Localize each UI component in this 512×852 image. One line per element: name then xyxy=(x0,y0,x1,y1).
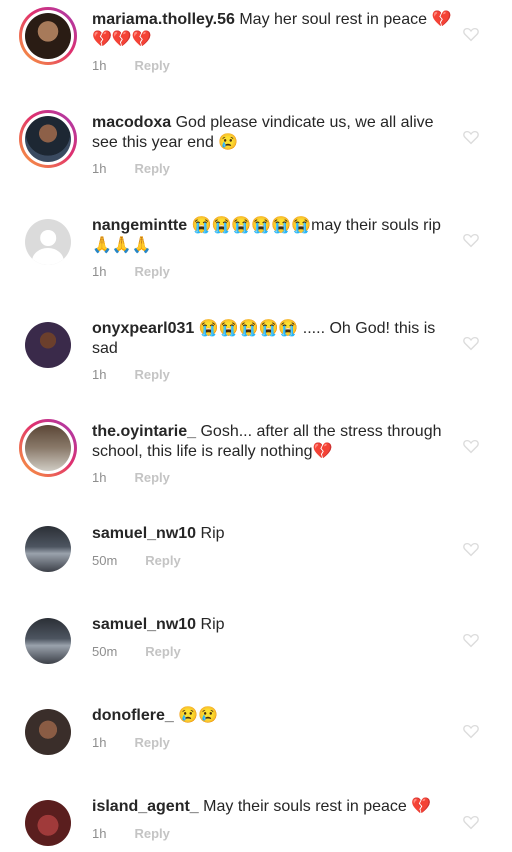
comment-time: 50m xyxy=(92,644,118,659)
comment-text-block: macodoxa God please vindicate us, we all… xyxy=(92,113,452,153)
comment-meta: 1h Reply xyxy=(92,161,170,176)
comment-meta: 1h Reply xyxy=(92,367,170,382)
reply-button[interactable]: Reply xyxy=(134,470,169,485)
avatar[interactable] xyxy=(19,419,77,477)
comment-time: 1h xyxy=(92,161,107,176)
comment-text-block: donoflere_ 😢😢 xyxy=(92,706,452,726)
comment-time: 1h xyxy=(92,264,107,279)
reply-button[interactable]: Reply xyxy=(134,735,169,750)
comment-username[interactable]: mariama.tholley.56 xyxy=(92,11,235,28)
comment-meta: 50m Reply xyxy=(92,553,181,568)
comment-username[interactable]: samuel_nw10 xyxy=(92,616,196,633)
comment-text-block: nangemintte 😭😭😭😭😭😭may their souls rip🙏🙏🙏 xyxy=(92,216,452,256)
comment-meta: 1h Reply xyxy=(92,826,170,841)
comment-meta: 1h Reply xyxy=(92,264,170,279)
avatar[interactable] xyxy=(19,213,77,271)
reply-button[interactable]: Reply xyxy=(134,367,169,382)
reply-button[interactable]: Reply xyxy=(134,161,169,176)
comment-body: May their souls rest in peace 💔 xyxy=(203,798,432,815)
heart-outline-icon[interactable] xyxy=(462,813,480,831)
avatar[interactable] xyxy=(19,520,77,578)
heart-outline-icon[interactable] xyxy=(462,128,480,146)
comment-time: 1h xyxy=(92,367,107,382)
heart-outline-icon[interactable] xyxy=(462,631,480,649)
comment-time: 1h xyxy=(92,826,107,841)
comment-meta: 1h Reply xyxy=(92,470,170,485)
reply-button[interactable]: Reply xyxy=(134,264,169,279)
comment-body: 😢😢 xyxy=(178,707,219,724)
comment-username[interactable]: samuel_nw10 xyxy=(92,525,196,542)
reply-button[interactable]: Reply xyxy=(134,58,169,73)
comment-text-block: mariama.tholley.56 May her soul rest in … xyxy=(92,10,452,50)
heart-outline-icon[interactable] xyxy=(462,25,480,43)
reply-button[interactable]: Reply xyxy=(145,553,180,568)
comment-text-block: samuel_nw10 Rip xyxy=(92,615,452,635)
avatar[interactable] xyxy=(19,7,77,65)
comment-time: 50m xyxy=(92,553,118,568)
avatar[interactable] xyxy=(19,612,77,670)
reply-button[interactable]: Reply xyxy=(134,826,169,841)
comment-username[interactable]: macodoxa xyxy=(92,114,171,131)
heart-outline-icon[interactable] xyxy=(462,334,480,352)
heart-outline-icon[interactable] xyxy=(462,722,480,740)
comment-username[interactable]: the.oyintarie_ xyxy=(92,423,196,440)
avatar[interactable] xyxy=(19,794,77,852)
avatar[interactable] xyxy=(19,110,77,168)
comment-text-block: island_agent_ May their souls rest in pe… xyxy=(92,797,452,817)
avatar[interactable] xyxy=(19,316,77,374)
comment-text-block: the.oyintarie_ Gosh... after all the str… xyxy=(92,422,452,462)
comment-meta: 50m Reply xyxy=(92,644,181,659)
avatar[interactable] xyxy=(19,703,77,761)
comment-time: 1h xyxy=(92,470,107,485)
comment-username[interactable]: nangemintte xyxy=(92,217,187,234)
comment-text-block: samuel_nw10 Rip xyxy=(92,524,452,544)
comment-body: Rip xyxy=(200,525,225,542)
comment-username[interactable]: island_agent_ xyxy=(92,798,199,815)
heart-outline-icon[interactable] xyxy=(462,231,480,249)
heart-outline-icon[interactable] xyxy=(462,437,480,455)
default-avatar-icon xyxy=(25,219,71,265)
comment-time: 1h xyxy=(92,58,107,73)
heart-outline-icon[interactable] xyxy=(462,540,480,558)
comment-time: 1h xyxy=(92,735,107,750)
reply-button[interactable]: Reply xyxy=(145,644,180,659)
comment-username[interactable]: donoflere_ xyxy=(92,707,174,724)
comment-username[interactable]: onyxpearl031 xyxy=(92,320,194,337)
comment-meta: 1h Reply xyxy=(92,58,170,73)
comment-meta: 1h Reply xyxy=(92,735,170,750)
comment-body: Rip xyxy=(200,616,225,633)
comment-text-block: onyxpearl031 😭😭😭😭😭 ..... Oh God! this is… xyxy=(92,319,452,359)
